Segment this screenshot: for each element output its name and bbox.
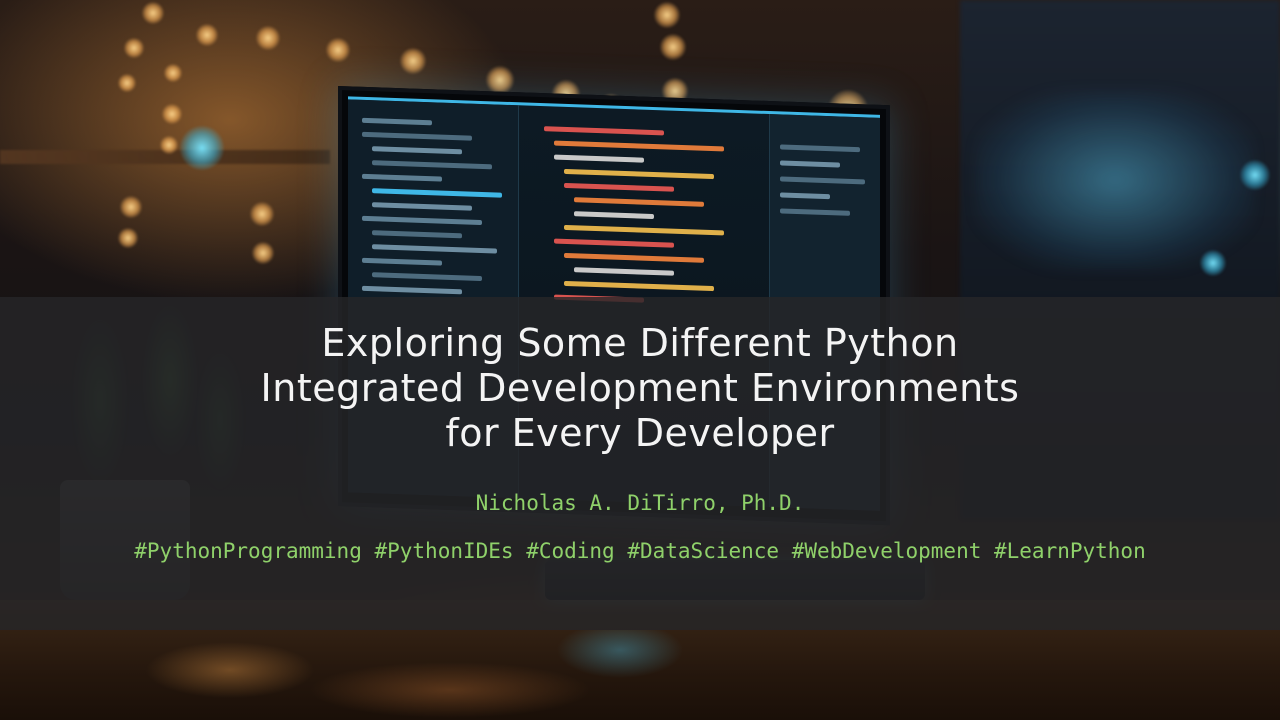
code-line [372, 188, 502, 198]
code-line [362, 215, 482, 226]
bokeh-light [1200, 250, 1226, 276]
code-line [362, 131, 472, 141]
code-line [554, 154, 644, 163]
code-line [564, 182, 674, 192]
code-line [362, 285, 462, 295]
title-overlay-band: Exploring Some Different Python Integrat… [0, 297, 1280, 630]
code-line [574, 267, 674, 276]
code-line [780, 208, 850, 216]
code-line [554, 238, 674, 248]
code-line [372, 202, 472, 211]
desk-reflection [0, 630, 1280, 720]
bokeh-light [164, 64, 182, 82]
bokeh-light [120, 196, 142, 218]
code-line [574, 211, 654, 220]
bokeh-light [660, 34, 686, 60]
code-line [780, 176, 865, 185]
code-line [372, 160, 492, 170]
code-line [574, 197, 704, 207]
code-line [554, 140, 724, 152]
title-block: Exploring Some Different Python Integrat… [0, 297, 1280, 600]
code-line [544, 126, 664, 136]
author-name: Nicholas A. DiTirro, Ph.D. [475, 491, 805, 515]
slide-title: Exploring Some Different Python Integrat… [260, 321, 1020, 455]
code-line [362, 117, 432, 126]
bokeh-light [118, 74, 136, 92]
code-line [564, 168, 714, 180]
code-line [372, 146, 462, 155]
bokeh-light [180, 126, 224, 170]
code-line [780, 192, 830, 200]
title-slide: Exploring Some Different Python Integrat… [0, 0, 1280, 720]
bokeh-light [162, 104, 182, 124]
bokeh-light [118, 228, 138, 248]
code-line [564, 252, 704, 263]
window-glow [975, 90, 1255, 270]
code-line [780, 160, 840, 168]
code-line [372, 244, 497, 254]
bokeh-light [400, 48, 426, 74]
bokeh-light [256, 26, 280, 50]
code-line [372, 272, 482, 282]
bokeh-light [1240, 160, 1270, 190]
code-line [362, 257, 442, 266]
bokeh-light [124, 38, 144, 58]
hashtags: #PythonProgramming #PythonIDEs #Coding #… [134, 539, 1146, 563]
bokeh-light [654, 2, 680, 28]
code-line [362, 173, 442, 182]
bokeh-light [142, 2, 164, 24]
bokeh-light [250, 202, 274, 226]
bokeh-light [326, 38, 350, 62]
bokeh-light [486, 66, 514, 94]
code-line [564, 280, 714, 292]
bokeh-light [196, 24, 218, 46]
code-line [564, 224, 724, 236]
bokeh-light [160, 136, 178, 154]
code-line [780, 144, 860, 153]
code-line [372, 230, 462, 239]
